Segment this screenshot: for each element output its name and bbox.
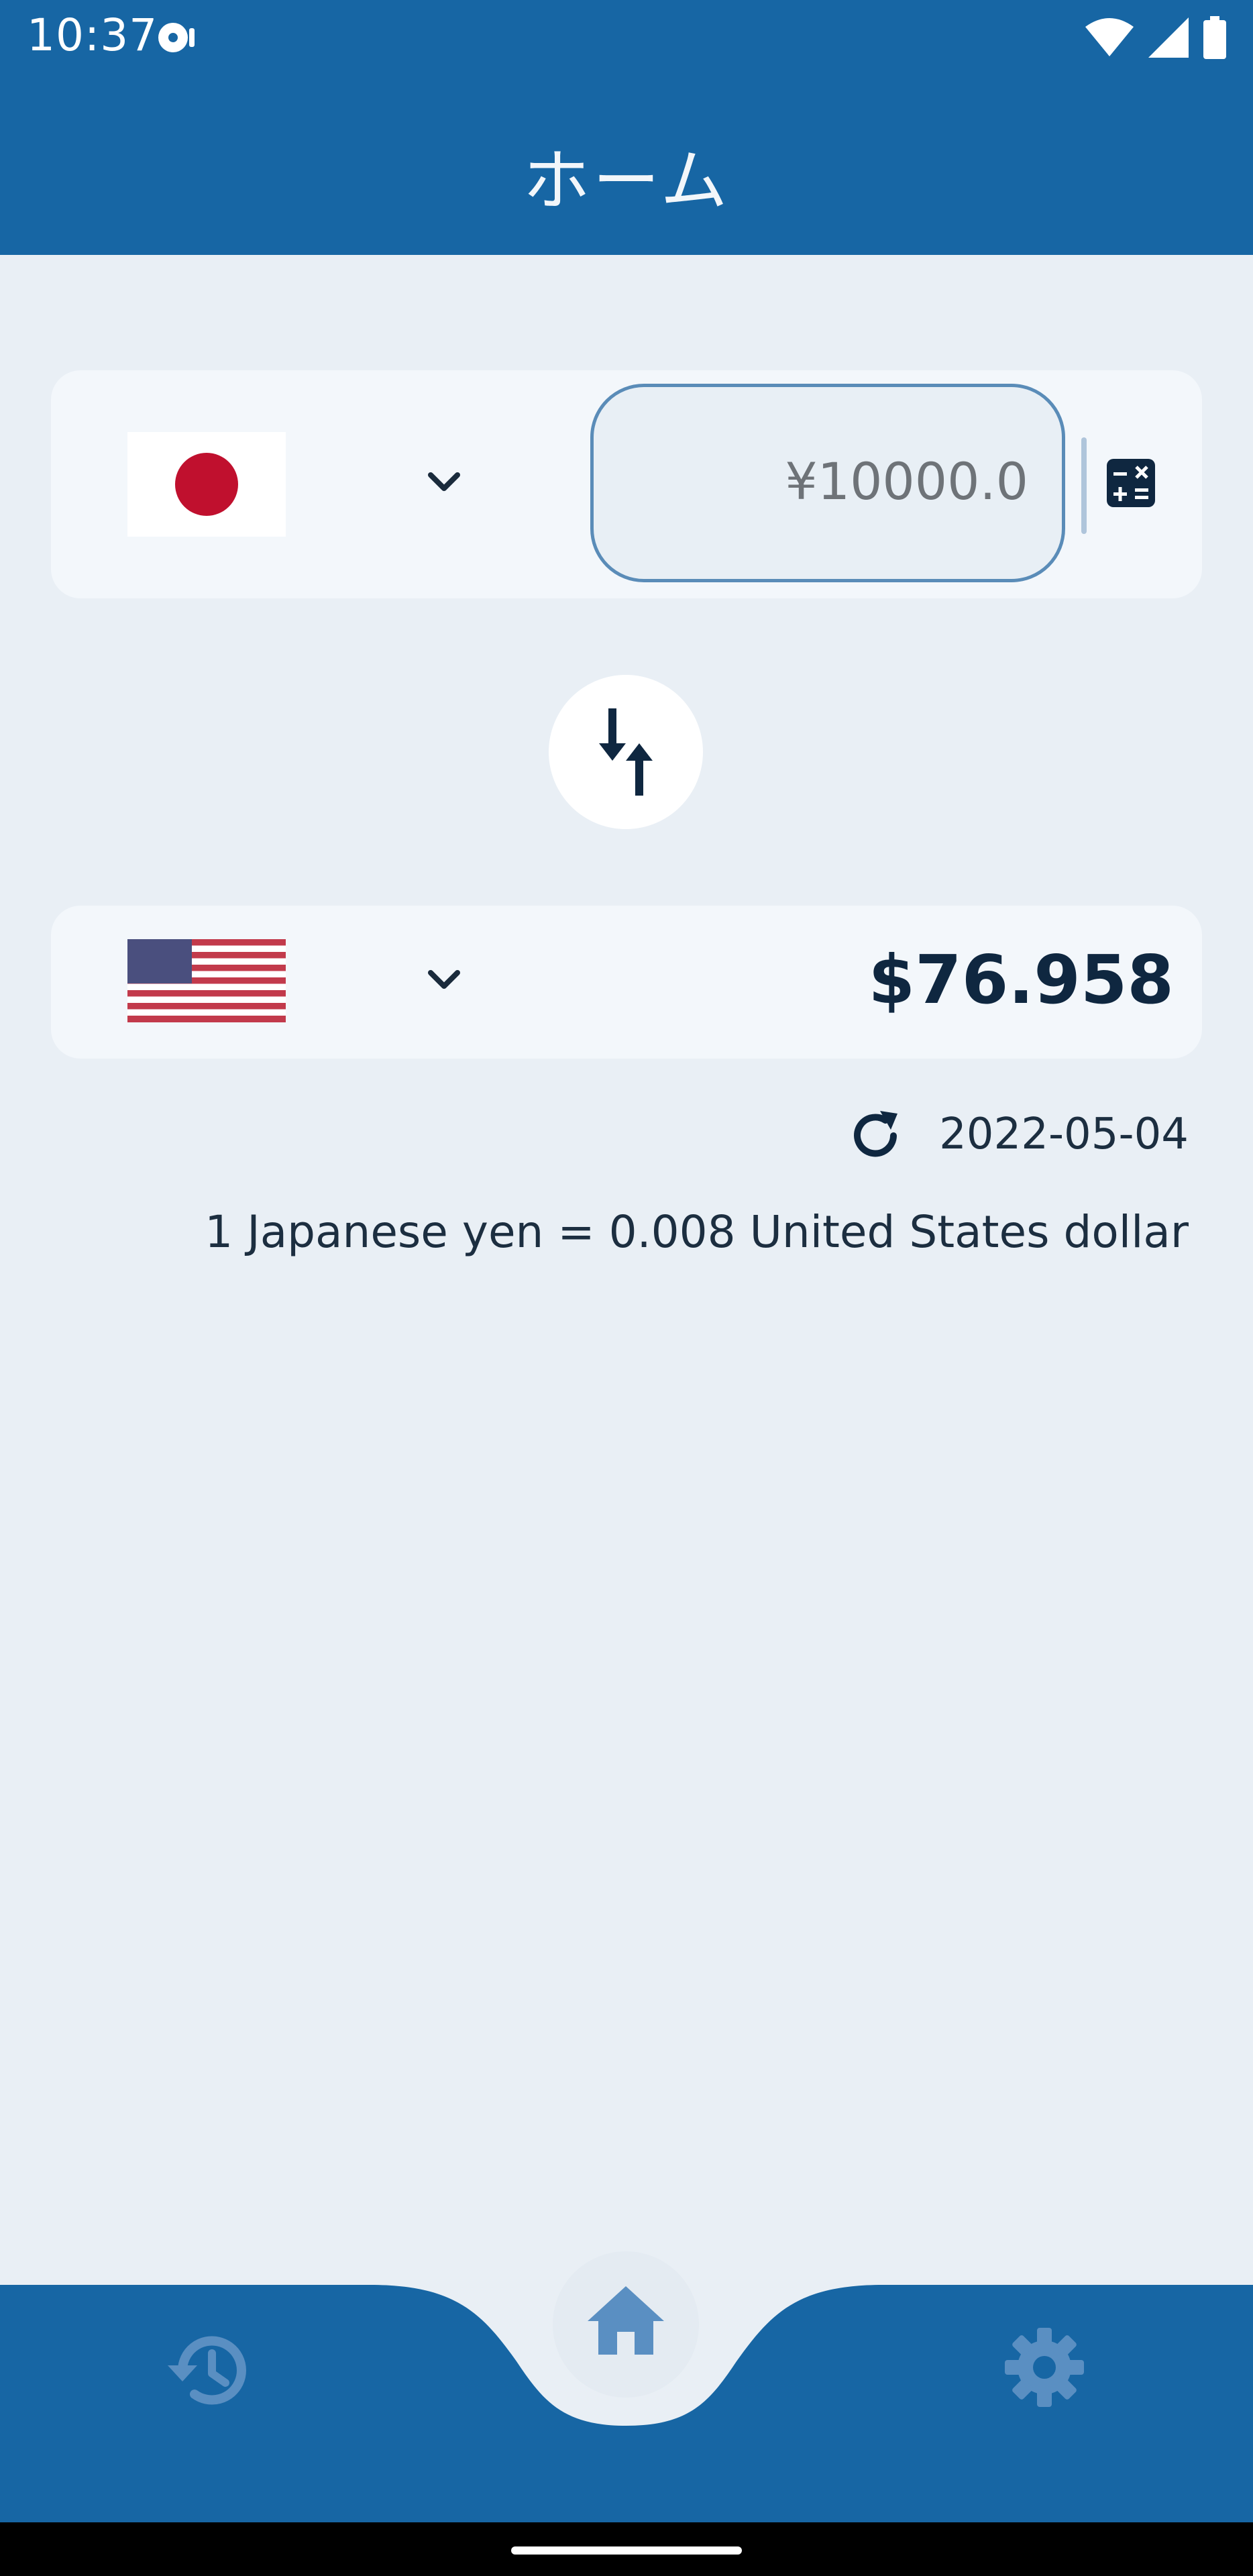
exchange-rate-text: 1 Japanese yen = 0.008 United States dol… bbox=[205, 1206, 1189, 1258]
gesture-handle[interactable] bbox=[511, 2546, 742, 2555]
chevron-down-icon[interactable] bbox=[427, 967, 461, 997]
flag-united-states-icon[interactable] bbox=[127, 939, 286, 1022]
calculator-icon[interactable] bbox=[1105, 458, 1156, 508]
chevron-down-icon[interactable] bbox=[427, 470, 461, 499]
rate-date: 2022-05-04 bbox=[939, 1110, 1189, 1159]
from-currency-card: ¥10000.0 bbox=[51, 370, 1202, 598]
amount-input[interactable]: ¥10000.0 bbox=[590, 384, 1065, 582]
page-title: ホーム bbox=[523, 142, 730, 220]
flag-japan-icon[interactable] bbox=[127, 432, 286, 537]
system-gesture-bar bbox=[0, 2522, 1253, 2576]
amount-placeholder: ¥10000.0 bbox=[785, 451, 1028, 511]
swap-vertical-icon bbox=[599, 708, 653, 796]
home-nav-button[interactable] bbox=[553, 2251, 699, 2398]
media-icon bbox=[156, 19, 203, 59]
home-icon bbox=[588, 2286, 664, 2355]
to-currency-card: $76.958 bbox=[51, 906, 1202, 1059]
divider bbox=[1081, 437, 1087, 534]
converted-amount: $76.958 bbox=[868, 941, 1174, 1019]
bottom-navigation bbox=[0, 2251, 1253, 2522]
wifi-icon bbox=[1085, 17, 1134, 60]
app-bar: ホーム bbox=[0, 80, 1253, 255]
settings-icon[interactable] bbox=[1003, 2326, 1085, 2408]
history-icon[interactable] bbox=[165, 2326, 252, 2414]
refresh-icon[interactable] bbox=[847, 1107, 904, 1165]
swap-currencies-button[interactable] bbox=[549, 675, 703, 829]
status-time: 10:37 bbox=[27, 9, 158, 61]
status-bar: 10:37 bbox=[0, 0, 1253, 80]
battery-icon bbox=[1203, 16, 1226, 62]
signal-icon bbox=[1148, 17, 1189, 60]
